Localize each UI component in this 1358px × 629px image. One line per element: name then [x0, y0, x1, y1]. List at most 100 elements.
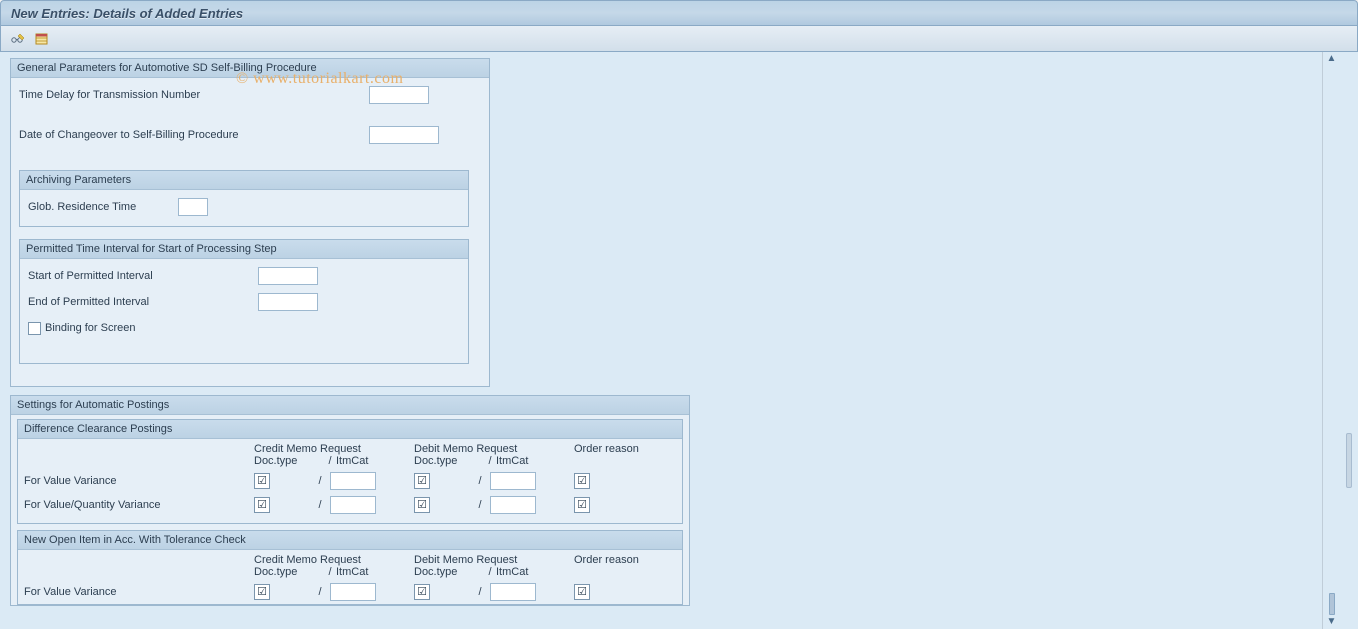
open-item-panel: New Open Item in Acc. With Tolerance Che…	[17, 530, 683, 605]
content-area: © www.tutorialkart.com General Parameter…	[0, 52, 1358, 629]
slash: /	[470, 475, 490, 487]
end-interval-input[interactable]	[258, 293, 318, 311]
automatic-postings-body: Difference Clearance Postings Credit Mem…	[11, 415, 689, 605]
diff-column-headers: Credit Memo Request Doc.type / ItmCat De…	[254, 443, 676, 467]
window: New Entries: Details of Added Entries © …	[0, 0, 1358, 629]
col-credit-memo-2: Credit Memo Request Doc.type / ItmCat	[254, 554, 414, 578]
open-value-variance-row: For Value Variance ☑ / ☑	[24, 580, 676, 604]
automatic-postings-panel: Settings for Automatic Postings Differen…	[10, 395, 690, 606]
col-debit-label: Debit Memo Request	[414, 443, 574, 455]
open-vv-order[interactable]: ☑	[574, 584, 590, 600]
table-icon	[34, 31, 50, 47]
scroll-down-arrow[interactable]: ▼	[1327, 617, 1337, 627]
diff-vv-debit-itm-input[interactable]	[490, 472, 536, 490]
col-debit-itmcat: ItmCat	[496, 455, 551, 467]
start-interval-row: Start of Permitted Interval	[28, 265, 460, 287]
diff-vv-label: For Value Variance	[24, 475, 254, 487]
diff-vqv-label: For Value/Quantity Variance	[24, 499, 254, 511]
col-debit-slash-2: /	[484, 566, 496, 578]
glob-residence-input[interactable]	[178, 198, 208, 216]
start-interval-label: Start of Permitted Interval	[28, 270, 258, 282]
col-order-reason-2: Order reason	[574, 554, 664, 578]
right-gutter	[1340, 52, 1358, 629]
binding-row: Binding for Screen	[28, 317, 460, 339]
open-vv-label: For Value Variance	[24, 586, 254, 598]
archiving-sub-panel: Archiving Parameters Glob. Residence Tim…	[19, 170, 469, 227]
diff-clearance-header: Difference Clearance Postings	[18, 420, 682, 439]
col-credit-label-2: Credit Memo Request	[254, 554, 414, 566]
scroll-grip-icon[interactable]	[1329, 593, 1335, 615]
scroll-up-arrow[interactable]: ▲	[1327, 54, 1337, 64]
diff-vqv-order[interactable]: ☑	[574, 497, 590, 513]
col-debit-doctype: Doc.type	[414, 455, 484, 467]
open-item-body: Credit Memo Request Doc.type / ItmCat De…	[18, 550, 682, 604]
general-parameters-panel: General Parameters for Automotive SD Sel…	[10, 58, 490, 387]
general-parameters-body: Time Delay for Transmission Number Date …	[11, 78, 489, 386]
slash: /	[310, 475, 330, 487]
start-interval-input[interactable]	[258, 267, 318, 285]
time-delay-row: Time Delay for Transmission Number	[19, 84, 481, 106]
open-vv-debit-itm-input[interactable]	[490, 583, 536, 601]
archiving-header: Archiving Parameters	[20, 171, 468, 190]
slash: /	[470, 499, 490, 511]
open-vv-debit-doc[interactable]: ☑	[414, 584, 430, 600]
changeover-row: Date of Changeover to Self-Billing Proce…	[19, 124, 481, 146]
general-parameters-header: General Parameters for Automotive SD Sel…	[11, 59, 489, 78]
gutter-handle-icon[interactable]	[1346, 433, 1352, 488]
diff-vv-credit-doc[interactable]: ☑	[254, 473, 270, 489]
page-title: New Entries: Details of Added Entries	[11, 6, 243, 21]
open-vv-credit-doc[interactable]: ☑	[254, 584, 270, 600]
diff-vv-debit-doc[interactable]: ☑	[414, 473, 430, 489]
col-order-reason: Order reason	[574, 443, 664, 467]
diff-vv-order[interactable]: ☑	[574, 473, 590, 489]
slash: /	[470, 586, 490, 598]
col-debit-memo: Debit Memo Request Doc.type / ItmCat	[414, 443, 574, 467]
main-content: © www.tutorialkart.com General Parameter…	[0, 52, 1322, 629]
col-debit-itmcat-2: ItmCat	[496, 566, 551, 578]
end-interval-label: End of Permitted Interval	[28, 296, 258, 308]
time-delay-input[interactable]	[369, 86, 429, 104]
vertical-scrollbar[interactable]: ▲ ▼	[1322, 52, 1340, 629]
col-credit-itmcat-2: ItmCat	[336, 566, 391, 578]
diff-vqv-credit-itm-input[interactable]	[330, 496, 376, 514]
diff-vqv-credit-doc[interactable]: ☑	[254, 497, 270, 513]
diff-vqv-debit-itm-input[interactable]	[490, 496, 536, 514]
permitted-body: Start of Permitted Interval End of Permi…	[20, 259, 468, 363]
glob-residence-label: Glob. Residence Time	[28, 201, 178, 213]
archiving-body: Glob. Residence Time	[20, 190, 468, 226]
permitted-header: Permitted Time Interval for Start of Pro…	[20, 240, 468, 259]
open-vv-credit-itm-input[interactable]	[330, 583, 376, 601]
slash: /	[310, 586, 330, 598]
col-credit-doctype-2: Doc.type	[254, 566, 324, 578]
changeover-label: Date of Changeover to Self-Billing Proce…	[19, 129, 369, 141]
title-bar: New Entries: Details of Added Entries	[0, 0, 1358, 26]
col-credit-label: Credit Memo Request	[254, 443, 414, 455]
diff-clearance-panel: Difference Clearance Postings Credit Mem…	[17, 419, 683, 524]
permitted-interval-sub-panel: Permitted Time Interval for Start of Pro…	[19, 239, 469, 364]
glasses-pencil-icon	[10, 31, 26, 47]
diff-value-qty-variance-row: For Value/Quantity Variance ☑ / ☑	[24, 493, 676, 517]
binding-label: Binding for Screen	[45, 322, 136, 334]
col-debit-slash: /	[484, 455, 496, 467]
open-column-headers: Credit Memo Request Doc.type / ItmCat De…	[254, 554, 676, 578]
binding-checkbox[interactable]	[28, 322, 41, 335]
automatic-postings-header: Settings for Automatic Postings	[11, 396, 689, 415]
diff-vv-credit-itm-input[interactable]	[330, 472, 376, 490]
time-delay-label: Time Delay for Transmission Number	[19, 89, 369, 101]
toggle-edit-button[interactable]	[9, 30, 27, 48]
delimit-button[interactable]	[33, 30, 51, 48]
col-debit-memo-2: Debit Memo Request Doc.type / ItmCat	[414, 554, 574, 578]
col-credit-itmcat: ItmCat	[336, 455, 391, 467]
diff-value-variance-row: For Value Variance ☑ / ☑	[24, 469, 676, 493]
open-item-header: New Open Item in Acc. With Tolerance Che…	[18, 531, 682, 550]
col-order-label: Order reason	[574, 443, 664, 455]
changeover-input[interactable]	[369, 126, 439, 144]
col-credit-slash: /	[324, 455, 336, 467]
end-interval-row: End of Permitted Interval	[28, 291, 460, 313]
diff-vqv-debit-doc[interactable]: ☑	[414, 497, 430, 513]
col-debit-doctype-2: Doc.type	[414, 566, 484, 578]
col-credit-doctype: Doc.type	[254, 455, 324, 467]
col-credit-memo: Credit Memo Request Doc.type / ItmCat	[254, 443, 414, 467]
col-credit-slash-2: /	[324, 566, 336, 578]
col-order-label-2: Order reason	[574, 554, 664, 566]
